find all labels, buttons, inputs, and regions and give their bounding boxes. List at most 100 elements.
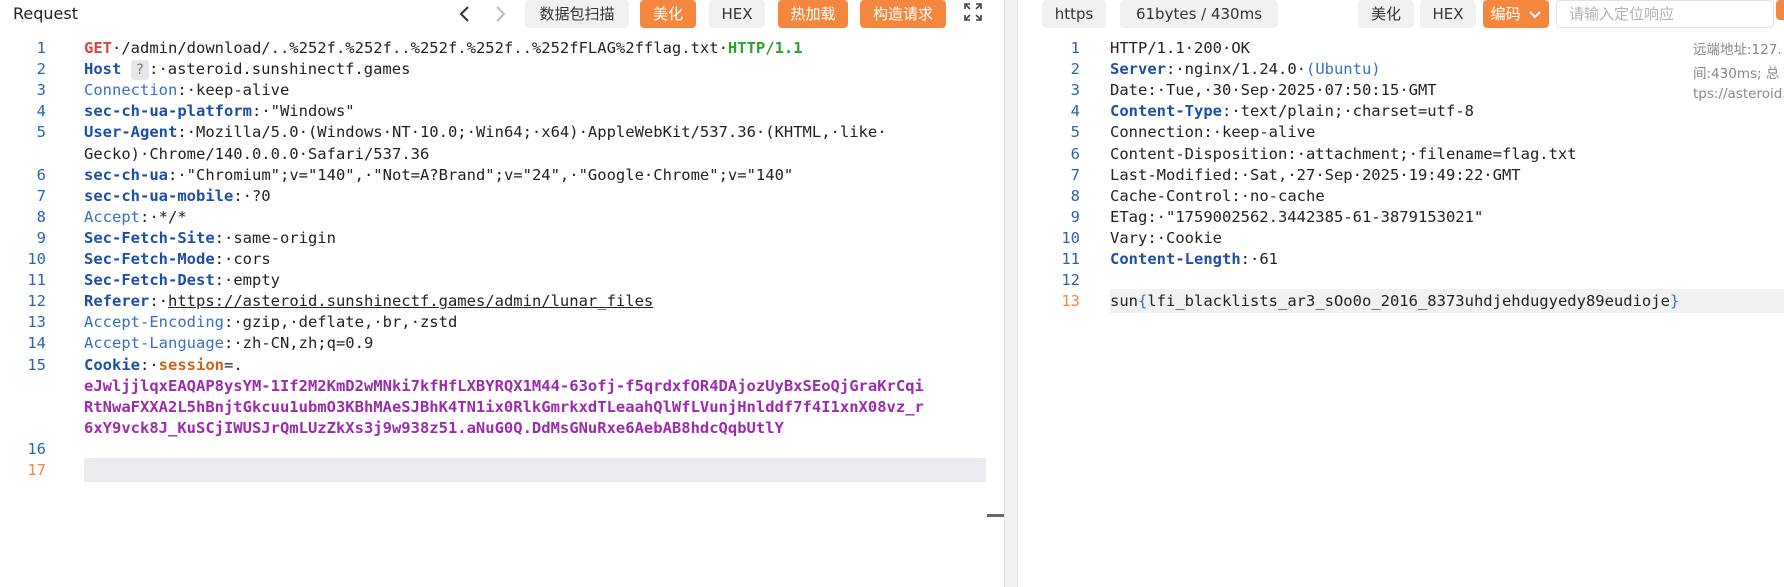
header-value: HTTP/1.1·200·OK	[1110, 39, 1250, 57]
url-info: tps://asteroid.	[1693, 86, 1784, 102]
header-value: :·*/*	[140, 207, 187, 226]
header-name: User-Agent	[84, 123, 178, 142]
cookie-name: session	[158, 355, 224, 374]
header-name: Connection	[1110, 123, 1204, 142]
cookie-value: 6xY9vck8J_KuSCjIWUSJrQmLUzZkXs3j9w938z51…	[84, 418, 784, 437]
header-value: :·Sat,·27·Sep·2025·19:49:22·GMT	[1231, 165, 1521, 184]
referer-link[interactable]: https://asteroid.sunshinectf.games/admin…	[168, 292, 653, 310]
line-number: 5	[36, 123, 46, 142]
header-name: ETag	[1110, 207, 1148, 226]
request-path: ·/admin/download/..%252f.%252f..%252f.%2…	[112, 39, 728, 57]
header-name: Accept-Language	[84, 334, 224, 353]
encoding-label: 编码	[1490, 5, 1521, 23]
header-name: Cookie	[84, 355, 140, 374]
header-name: sec-ch-ua	[84, 165, 168, 184]
header-value: :·"Chromium";v="140",·"Not=A?Brand";v="2…	[168, 165, 794, 184]
locate-response-input[interactable]	[1556, 0, 1774, 28]
header-name: Connection	[84, 81, 178, 100]
header-name: Sec-Fetch-Site	[84, 228, 215, 247]
back-button[interactable]	[454, 0, 476, 28]
header-name: sec-ch-ua-mobile	[84, 186, 234, 205]
header-name: sec-ch-ua-platform	[84, 102, 252, 121]
encoding-dropdown[interactable]: 编码	[1483, 0, 1549, 28]
header-value: :·asteroid.sunshinectf.games	[149, 60, 411, 79]
flag-prefix: sun	[1110, 292, 1138, 311]
response-hex-button[interactable]: HEX	[1420, 0, 1476, 28]
chevron-right-icon	[496, 6, 506, 22]
code-line: 6xY9vck8J_KuSCjIWUSJrQmLUzZkXs3j9w938z51…	[84, 416, 784, 440]
header-value: :·Mozilla/5.0·(Windows·NT·10.0;·Win64;·x…	[177, 123, 887, 142]
response-beautify-button[interactable]: 美化	[1358, 0, 1414, 28]
header-name: Last-Modified	[1110, 165, 1232, 184]
header-name: Vary	[1110, 228, 1148, 247]
header-name: Server	[1110, 60, 1166, 79]
line-number: 13	[1061, 292, 1080, 311]
header-name: Accept-Encoding	[84, 313, 224, 332]
request-editor[interactable]: 1 GET·/admin/download/..%252f.%252f..%252…	[0, 36, 1004, 587]
cookie-value: RtNwaFXXA2L5hBnjtGkcuu1ubmO3KBhMAeSJBhK4…	[84, 397, 924, 416]
help-badge[interactable]: ?	[130, 60, 150, 81]
header-name: Cache-Control	[1110, 186, 1232, 205]
header-name: Sec-Fetch-Mode	[84, 250, 215, 268]
header-value: :·empty	[214, 271, 280, 290]
forward-button[interactable]	[489, 0, 511, 28]
horizontal-scroll-marker[interactable]	[987, 514, 1004, 517]
header-name: Referer	[84, 292, 150, 311]
header-value: :·same-origin	[214, 228, 336, 247]
response-pane: https 61bytes / 430ms 1 HTTP/1.1·200·OK 2 S…	[1018, 0, 1784, 587]
header-value: :·nginx/1.24.0·	[1166, 60, 1306, 79]
header-name: Content-Disposition	[1110, 144, 1288, 163]
expand-icon	[964, 3, 982, 21]
flag-body: lfi_blacklists_ar3_sOo0o_2016_8373uhdjeh…	[1147, 292, 1670, 311]
current-line-highlight	[84, 458, 986, 482]
scheme-badge: https	[1042, 0, 1106, 28]
code-line: Content-Length:·61	[1110, 247, 1278, 271]
header-value: :·61	[1240, 250, 1278, 268]
header-name: Date	[1110, 81, 1148, 100]
header-value: :·zh-CN,zh;q=0.9	[223, 334, 374, 353]
http-version: HTTP/1.1	[727, 39, 803, 57]
flag-close-brace: }	[1669, 292, 1680, 311]
header-name: Content-Type	[1110, 102, 1222, 121]
http-method: GET	[84, 39, 112, 57]
header-value: :·	[140, 355, 159, 374]
size-time-badge: 61bytes / 430ms	[1120, 0, 1278, 28]
header-name: Host	[84, 60, 122, 79]
header-value: :·"Windows"	[251, 102, 355, 121]
beautify-button[interactable]: 美化	[640, 0, 696, 28]
edge-action-button[interactable]	[1776, 0, 1784, 20]
header-value: Gecko)·Chrome/140.0.0.0·Safari/537.36	[84, 144, 430, 163]
line-number: 15	[27, 355, 46, 374]
header-value: :·keep-alive	[177, 81, 290, 100]
request-toolbar: Request 数据包扫描 美化 HEX 热加载 构造请求	[0, 0, 1004, 30]
packet-scan-button[interactable]: 数据包扫描	[525, 0, 629, 28]
timing-info: 间:430ms; 总	[1693, 66, 1780, 82]
request-pane: Request 数据包扫描 美化 HEX 热加载 构造请求 1 GET·/adm…	[0, 0, 1004, 587]
header-value: :·?0	[233, 186, 271, 205]
remote-address-info: 远端地址:127.	[1693, 42, 1782, 58]
header-value: :·Tue,·30·Sep·2025·07:50:15·GMT	[1147, 81, 1437, 100]
cookie-separator: =.	[224, 355, 243, 374]
header-name: Sec-Fetch-Dest	[84, 271, 215, 290]
header-value: :·	[149, 292, 168, 311]
chevron-down-icon	[1529, 10, 1542, 18]
fullscreen-button[interactable]	[963, 2, 987, 26]
hot-load-button[interactable]: 热加载	[778, 0, 848, 28]
pane-splitter[interactable]	[1004, 0, 1018, 587]
header-value: :·"1759002562.3442385-61-3879153021"	[1147, 207, 1484, 226]
line-number: 17	[27, 461, 46, 479]
code-line: sun{lfi_blacklists_ar3_sOo0o_2016_8373uh…	[1110, 289, 1679, 313]
cookie-value: eJwljjlqxEAQAP8ysYM-1If2M2KmD2wMNki7kfHf…	[84, 376, 924, 395]
header-value: :·cors	[214, 250, 271, 268]
hex-button[interactable]: HEX	[709, 0, 765, 28]
chevron-left-icon	[459, 6, 469, 22]
build-request-button[interactable]: 构造请求	[860, 0, 946, 28]
header-value: :·attachment;·filename=flag.txt	[1287, 144, 1577, 163]
response-editor[interactable]: 1 HTTP/1.1·200·OK 2 Server:·nginx/1.24.0·(U…	[1018, 36, 1784, 587]
flag-open-brace: {	[1138, 292, 1148, 311]
header-value: :·no-cache	[1231, 186, 1325, 205]
server-os: (Ubuntu)	[1305, 60, 1381, 79]
header-name: Content-Length	[1110, 250, 1241, 268]
header-value: :·keep-alive	[1203, 123, 1316, 142]
header-value: :·Cookie	[1147, 228, 1222, 247]
